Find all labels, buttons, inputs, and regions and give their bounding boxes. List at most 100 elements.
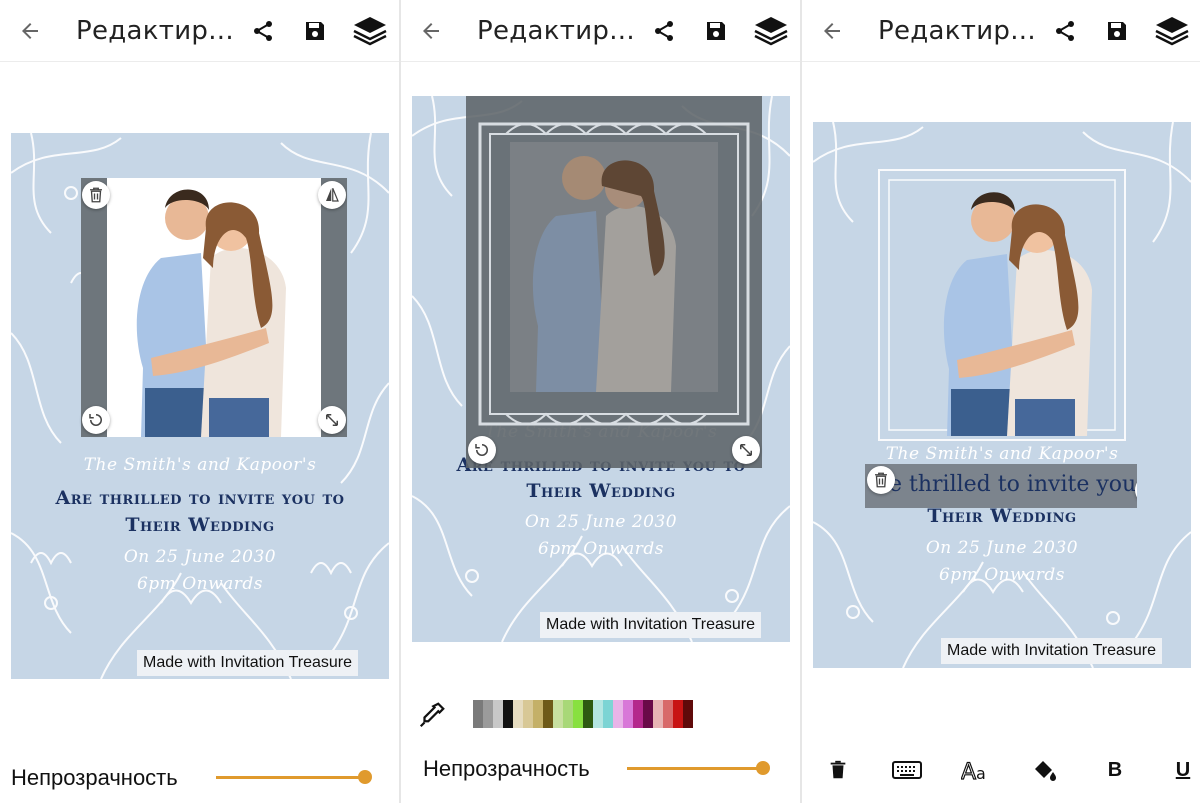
color-swatch[interactable] xyxy=(643,700,653,728)
keyboard-icon xyxy=(892,761,922,779)
color-swatch[interactable] xyxy=(573,700,583,728)
watermark-credit: Made with Invitation Treasure xyxy=(137,650,358,676)
selected-text-box[interactable]: e thrilled to invite you xyxy=(865,464,1137,508)
resize-icon xyxy=(740,444,752,456)
save-icon[interactable] xyxy=(1105,19,1129,43)
couple-names-text[interactable]: The Smith's and Kapoor's xyxy=(11,455,389,475)
screen-title: Редактир... xyxy=(878,16,1036,46)
svg-text:a: a xyxy=(976,764,986,783)
bold-button[interactable]: B xyxy=(1100,756,1130,784)
layers-icon[interactable] xyxy=(753,15,789,47)
back-arrow-icon[interactable] xyxy=(18,19,42,43)
fill-color-button[interactable] xyxy=(1030,756,1060,784)
svg-text:A: A xyxy=(961,760,976,783)
color-swatch[interactable] xyxy=(633,700,643,728)
color-swatch[interactable] xyxy=(683,700,693,728)
keyboard-button[interactable] xyxy=(892,756,922,784)
layers-icon[interactable] xyxy=(1154,15,1190,47)
resize-handle[interactable] xyxy=(732,436,760,464)
date-text[interactable]: On 25 June 2030 xyxy=(11,547,389,567)
color-swatch[interactable] xyxy=(493,700,503,728)
color-swatch[interactable] xyxy=(653,700,663,728)
watermark-credit: Made with Invitation Treasure xyxy=(941,638,1162,664)
font-button[interactable]: Aa xyxy=(961,756,991,784)
eyedropper-icon[interactable] xyxy=(417,700,447,730)
save-icon[interactable] xyxy=(303,19,327,43)
share-icon[interactable] xyxy=(652,19,676,43)
screen-title: Редактир... xyxy=(477,16,635,46)
time-text[interactable]: 6pm Onwards xyxy=(412,539,790,559)
back-arrow-icon[interactable] xyxy=(820,19,844,43)
frame-photo-overlay[interactable] xyxy=(466,96,762,468)
delete-handle[interactable] xyxy=(82,181,110,209)
rotate-handle[interactable] xyxy=(82,406,110,434)
couple-photo[interactable] xyxy=(935,184,1105,436)
app-bar: Редактир... xyxy=(401,0,800,62)
color-swatch[interactable] xyxy=(483,700,493,728)
bold-label: B xyxy=(1107,758,1123,781)
color-swatch[interactable] xyxy=(533,700,543,728)
color-swatch[interactable] xyxy=(503,700,513,728)
trash-icon xyxy=(875,472,887,488)
color-swatch[interactable] xyxy=(553,700,563,728)
invitation-card[interactable]: The Smith's and Kapoor's Are thrilled to… xyxy=(11,133,389,679)
app-bar: Редактир... xyxy=(0,0,399,62)
resize-icon xyxy=(326,414,338,426)
color-swatch[interactable] xyxy=(613,700,623,728)
editor-screen-text-selected: Редактир... The Smith's and Kapoor's The… xyxy=(802,0,1200,803)
opacity-label: Непрозрачность xyxy=(423,756,590,781)
color-palette[interactable] xyxy=(473,700,693,728)
layers-icon[interactable] xyxy=(352,15,388,47)
flip-icon xyxy=(326,188,339,202)
opacity-slider-track[interactable] xyxy=(627,767,767,770)
color-swatch[interactable] xyxy=(543,700,553,728)
screenshot-collage: Редактир... The Smith's and Kapoor's Are… xyxy=(0,0,1200,803)
save-icon[interactable] xyxy=(704,19,728,43)
delete-icon xyxy=(830,760,846,779)
color-swatch[interactable] xyxy=(663,700,673,728)
color-swatch[interactable] xyxy=(673,700,683,728)
invite-heading-line2[interactable]: Their Wedding xyxy=(412,480,790,502)
color-swatch[interactable] xyxy=(473,700,483,728)
couple-photo[interactable] xyxy=(81,178,347,437)
underline-button[interactable]: U xyxy=(1168,756,1198,784)
opacity-slider-thumb[interactable] xyxy=(358,770,372,784)
underline-label: U xyxy=(1175,758,1191,781)
date-text[interactable]: On 25 June 2030 xyxy=(412,512,790,532)
font-icon: Aa xyxy=(961,759,986,783)
color-swatch[interactable] xyxy=(583,700,593,728)
color-swatch[interactable] xyxy=(603,700,613,728)
invite-heading-line2[interactable]: Their Wedding xyxy=(813,505,1191,527)
resize-handle[interactable] xyxy=(318,406,346,434)
fill-color-icon xyxy=(1035,761,1056,781)
color-swatch[interactable] xyxy=(513,700,523,728)
selected-text-content[interactable]: e thrilled to invite you xyxy=(889,472,1136,497)
delete-handle[interactable] xyxy=(867,466,895,494)
invitation-card[interactable]: The Smith's and Kapoor's Their Wedding O… xyxy=(813,122,1191,668)
flip-handle[interactable] xyxy=(318,181,346,209)
rotate-handle[interactable] xyxy=(468,436,496,464)
editor-screen-photo-selected: Редактир... The Smith's and Kapoor's Are… xyxy=(0,0,399,803)
text-delete-button[interactable] xyxy=(823,756,853,784)
share-icon[interactable] xyxy=(251,19,275,43)
color-swatch[interactable] xyxy=(623,700,633,728)
date-text[interactable]: On 25 June 2030 xyxy=(813,538,1191,558)
back-arrow-icon[interactable] xyxy=(419,19,443,43)
couple-names-text[interactable]: The Smith's and Kapoor's xyxy=(813,444,1191,464)
share-icon[interactable] xyxy=(1053,19,1077,43)
invite-heading-line1[interactable]: Are thrilled to invite you to xyxy=(11,487,389,509)
rotate-icon xyxy=(475,444,488,456)
app-bar: Редактир... xyxy=(802,0,1200,62)
screen-title: Редактир... xyxy=(76,16,234,46)
color-swatch[interactable] xyxy=(593,700,603,728)
time-text[interactable]: 6pm Onwards xyxy=(11,574,389,594)
invite-heading-line2[interactable]: Their Wedding xyxy=(11,514,389,536)
color-swatch[interactable] xyxy=(523,700,533,728)
color-swatch[interactable] xyxy=(563,700,573,728)
invitation-card[interactable]: The Smith's and Kapoor's Are thrilled to… xyxy=(412,96,790,642)
opacity-slider-track[interactable] xyxy=(216,776,366,779)
opacity-label: Непрозрачность xyxy=(11,765,178,790)
time-text[interactable]: 6pm Onwards xyxy=(813,565,1191,585)
watermark-credit: Made with Invitation Treasure xyxy=(540,612,761,638)
opacity-slider-thumb[interactable] xyxy=(756,761,770,775)
